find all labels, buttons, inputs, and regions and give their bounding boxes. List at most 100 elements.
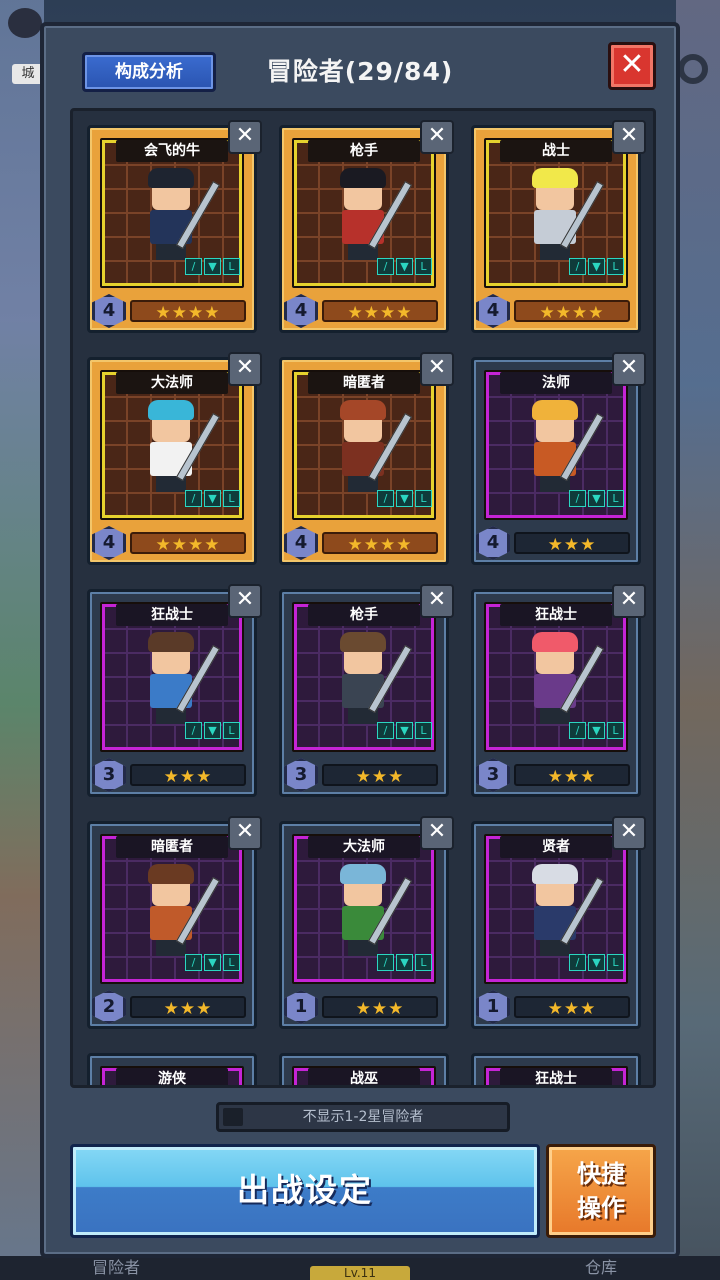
- sprite-hair: [340, 632, 386, 652]
- star-rating: ★★★: [514, 532, 630, 555]
- weapon-slot-icon: /: [377, 258, 394, 275]
- adventurer-sprite: [520, 864, 604, 958]
- adventurer-card[interactable]: 枪手 / ▼ L ✕ 4 ★★★★: [279, 120, 454, 333]
- adventurer-sprite: [328, 400, 412, 494]
- adventurer-card[interactable]: 暗匿者 / ▼ L ✕ 2 ★★★: [87, 816, 262, 1029]
- adventurer-card[interactable]: 枪手 / ▼ L ✕ 3 ★★★: [279, 584, 454, 797]
- boots-slot-icon: L: [223, 490, 240, 507]
- equipment-icons: / ▼ L: [185, 954, 240, 971]
- adventurer-card[interactable]: 大法师 / ▼ L ✕ 4 ★★★★: [87, 352, 262, 565]
- level-badge: 2: [92, 990, 126, 1024]
- weapon-slot-icon: /: [185, 954, 202, 971]
- crossed-swords-icon[interactable]: ✕: [612, 352, 646, 386]
- crossed-swords-icon[interactable]: ✕: [612, 120, 646, 154]
- equipment-icons: / ▼ L: [185, 258, 240, 275]
- adventurer-sprite: [136, 632, 220, 726]
- checkbox[interactable]: [223, 1108, 243, 1126]
- filter-label: 不显示1-2星冒险者: [302, 1109, 424, 1125]
- crossed-swords-icon[interactable]: ✕: [228, 120, 262, 154]
- crossed-swords-icon[interactable]: ✕: [420, 352, 454, 386]
- panel-title: 冒险者(29/84): [266, 57, 454, 86]
- level-badge: 4: [476, 526, 510, 560]
- deploy-settings-button[interactable]: 出战设定: [70, 1144, 540, 1238]
- weapon-slot-icon: /: [569, 490, 586, 507]
- adventurer-card[interactable]: 会飞的牛 / ▼ L ✕ 4 ★★★★: [87, 120, 262, 333]
- adventurer-card[interactable]: 狂战士 / ▼ L ✕ 3 ★★★: [87, 584, 262, 797]
- boots-slot-icon: L: [223, 258, 240, 275]
- sprite-hair: [148, 400, 194, 420]
- adventurer-name: 会飞的牛: [116, 140, 228, 162]
- adventurer-sprite: [328, 864, 412, 958]
- adventurer-sprite: [136, 168, 220, 262]
- armor-slot-icon: ▼: [396, 722, 413, 739]
- star-rating: ★★★★: [322, 532, 438, 555]
- armor-slot-icon: ▼: [396, 954, 413, 971]
- hide-low-star-toggle[interactable]: 不显示1-2星冒险者: [216, 1102, 510, 1132]
- crossed-swords-icon[interactable]: ✕: [228, 816, 262, 850]
- adventurer-card[interactable]: 法师 / ▼ L ✕ 4 ★★★: [471, 352, 646, 565]
- gear-icon[interactable]: [678, 54, 708, 84]
- star-rating: ★★★★: [514, 300, 630, 323]
- nav-level-badge: Lv.11: [310, 1266, 410, 1280]
- crossed-swords-icon[interactable]: ✕: [612, 584, 646, 618]
- armor-slot-icon: ▼: [204, 490, 221, 507]
- moon-icon: [8, 8, 42, 38]
- level-badge: 1: [284, 990, 318, 1024]
- boots-slot-icon: L: [415, 258, 432, 275]
- adventurer-card[interactable]: 贤者 / ▼ L ✕ 1 ★★★: [471, 816, 646, 1029]
- equipment-icons: / ▼ L: [569, 258, 624, 275]
- adventurer-panel: 构成分析 冒险者(29/84) ✕ 会飞的牛 / ▼ L ✕ 4 ★★★★ 枪手: [40, 22, 680, 1258]
- weapon-slot-icon: /: [569, 722, 586, 739]
- crossed-swords-icon[interactable]: ✕: [420, 120, 454, 154]
- sprite-hair: [340, 168, 386, 188]
- armor-slot-icon: ▼: [396, 258, 413, 275]
- star-rating: ★★★: [514, 996, 630, 1019]
- adventurer-grid-scroll[interactable]: 会飞的牛 / ▼ L ✕ 4 ★★★★ 枪手 / ▼ L ✕ 4 ★★★★ 战士…: [70, 108, 656, 1088]
- adventurer-card-partial[interactable]: 战巫: [279, 1053, 449, 1085]
- weapon-slot-icon: /: [377, 954, 394, 971]
- adventurer-name: 暗匿者: [308, 372, 420, 394]
- adventurer-card[interactable]: 暗匿者 / ▼ L ✕ 4 ★★★★: [279, 352, 454, 565]
- crossed-swords-icon[interactable]: ✕: [612, 816, 646, 850]
- star-rating: ★★★★: [130, 532, 246, 555]
- boots-slot-icon: L: [607, 954, 624, 971]
- adventurer-card[interactable]: 狂战士 / ▼ L ✕ 3 ★★★: [471, 584, 646, 797]
- sprite-hair: [148, 632, 194, 652]
- adventurer-name: 狂战士: [116, 604, 228, 626]
- adventurer-name: 暗匿者: [116, 836, 228, 858]
- adventurer-name: 大法师: [116, 372, 228, 394]
- adventurer-card-partial[interactable]: 游侠: [87, 1053, 257, 1085]
- crossed-swords-icon[interactable]: ✕: [420, 584, 454, 618]
- sprite-hair: [532, 400, 578, 420]
- star-rating: ★★★★: [130, 300, 246, 323]
- crossed-swords-icon[interactable]: ✕: [228, 584, 262, 618]
- adventurer-name: 战巫: [308, 1068, 420, 1085]
- boots-slot-icon: L: [607, 722, 624, 739]
- star-rating: ★★★: [130, 764, 246, 787]
- armor-slot-icon: ▼: [396, 490, 413, 507]
- level-badge: 3: [92, 758, 126, 792]
- equipment-icons: / ▼ L: [377, 722, 432, 739]
- weapon-slot-icon: /: [377, 722, 394, 739]
- adventurer-card[interactable]: 大法师 / ▼ L ✕ 1 ★★★: [279, 816, 454, 1029]
- armor-slot-icon: ▼: [588, 954, 605, 971]
- equipment-icons: / ▼ L: [569, 954, 624, 971]
- close-button[interactable]: ✕: [608, 42, 656, 90]
- weapon-slot-icon: /: [569, 258, 586, 275]
- crossed-swords-icon[interactable]: ✕: [228, 352, 262, 386]
- level-badge: 4: [92, 294, 126, 328]
- equipment-icons: / ▼ L: [569, 722, 624, 739]
- level-badge: 4: [284, 526, 318, 560]
- adventurer-card-partial[interactable]: 狂战士: [471, 1053, 641, 1085]
- star-rating: ★★★: [514, 764, 630, 787]
- weapon-slot-icon: /: [185, 258, 202, 275]
- level-badge: 3: [284, 758, 318, 792]
- boots-slot-icon: L: [607, 490, 624, 507]
- adventurer-card[interactable]: 战士 / ▼ L ✕ 4 ★★★★: [471, 120, 646, 333]
- equipment-icons: / ▼ L: [377, 954, 432, 971]
- level-badge: 4: [92, 526, 126, 560]
- crossed-swords-icon[interactable]: ✕: [420, 816, 454, 850]
- sprite-hair: [340, 400, 386, 420]
- adventurer-sprite: [520, 168, 604, 262]
- quick-action-button[interactable]: 快捷 操作: [546, 1144, 656, 1238]
